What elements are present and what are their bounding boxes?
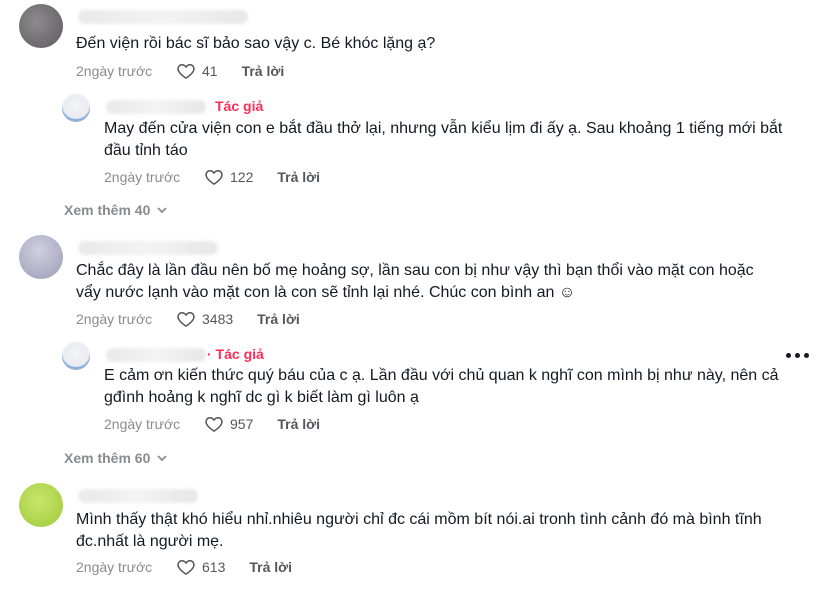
heart-outline-icon (205, 169, 223, 185)
comment-meta: 2ngày trước 613 Trả lời (76, 557, 292, 577)
comment-meta: 2ngày trước 41 Trả lời (76, 61, 284, 81)
more-options-icon[interactable] (786, 353, 809, 358)
avatar[interactable] (19, 4, 63, 48)
like-button[interactable]: 41 (176, 61, 218, 81)
see-more-replies-button[interactable]: Xem thêm 40 (64, 202, 168, 218)
commenter-name-blurred[interactable] (78, 489, 198, 503)
see-more-replies-button[interactable]: Xem thêm 60 (64, 450, 168, 466)
heart-outline-icon (205, 416, 223, 432)
avatar[interactable] (19, 483, 63, 527)
reply-date: 2ngày trước (104, 169, 181, 185)
like-count: 41 (202, 63, 218, 79)
like-count: 3483 (202, 311, 234, 327)
comment-date: 2ngày trước (76, 311, 153, 327)
author-badge: Tác giả (215, 98, 264, 114)
commenter-name-blurred[interactable] (78, 241, 218, 255)
commenter-name-blurred[interactable] (78, 10, 248, 24)
heart-outline-icon (177, 63, 195, 79)
like-count: 122 (230, 169, 254, 185)
reply-button[interactable]: Trả lời (277, 169, 320, 185)
reply-date: 2ngày trước (104, 416, 181, 432)
reply-button[interactable]: Trả lời (249, 559, 292, 575)
reply-author-name-blurred[interactable] (106, 100, 206, 114)
reply-text: May đến cửa viện con e bắt đầu thở lại, … (104, 120, 783, 159)
reply-text: E cảm ơn kiến thức quý báu của c ạ. Lần … (104, 367, 779, 406)
see-more-label: Xem thêm 60 (64, 450, 151, 466)
comment-date: 2ngày trước (76, 63, 153, 79)
reply-meta: 2ngày trước 957 Trả lời (104, 414, 320, 434)
chevron-down-icon (157, 455, 168, 462)
reply-meta: 2ngày trước 122 Trả lời (104, 167, 320, 187)
comment-text: Chắc đây là lần đầu nên bố mẹ hoảng sợ, … (76, 262, 754, 301)
chevron-down-icon (157, 207, 168, 214)
comment-text: Mình thấy thật khó hiểu nhỉ.nhiêu người … (76, 511, 762, 550)
heart-outline-icon (177, 559, 195, 575)
see-more-label: Xem thêm 40 (64, 202, 151, 218)
reply-button[interactable]: Trả lời (257, 311, 300, 327)
reply-avatar[interactable] (62, 342, 90, 370)
like-count: 957 (230, 416, 254, 432)
like-button[interactable]: 122 (204, 167, 253, 187)
like-count: 613 (202, 559, 226, 575)
reply-button[interactable]: Trả lời (242, 63, 285, 79)
reply-author-name-blurred[interactable] (106, 348, 206, 362)
comment-text: Đến viện rồi bác sĩ bảo sao vậy c. Bé kh… (76, 35, 436, 52)
comment-date: 2ngày trước (76, 559, 153, 575)
avatar[interactable] (19, 235, 63, 279)
reply-button[interactable]: Trả lời (277, 416, 320, 432)
heart-outline-icon (177, 311, 195, 327)
comment-meta: 2ngày trước 3483 Trả lời (76, 309, 300, 329)
like-button[interactable]: 3483 (176, 309, 233, 329)
like-button[interactable]: 957 (204, 414, 253, 434)
author-badge: · Tác giả (207, 346, 264, 362)
reply-avatar[interactable] (62, 94, 90, 122)
like-button[interactable]: 613 (176, 557, 225, 577)
